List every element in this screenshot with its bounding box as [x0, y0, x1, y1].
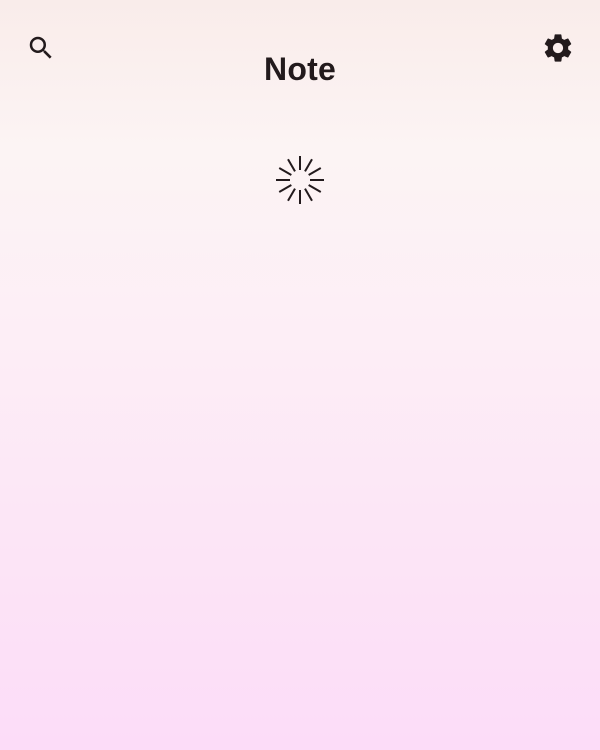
note-app: Note — [0, 0, 600, 750]
top-app-bar: Note — [0, 0, 600, 96]
spinner-ray — [304, 188, 313, 202]
page-title: Note — [264, 51, 336, 88]
settings-button[interactable] — [534, 24, 582, 72]
spinner-ray — [278, 167, 292, 176]
spinner-ray — [308, 167, 322, 176]
spinner-ray — [304, 158, 313, 172]
spinner-ray — [287, 188, 296, 202]
loading-spinner-icon — [276, 156, 324, 204]
spinner-ray — [278, 184, 292, 193]
loading-spinner — [274, 154, 326, 206]
spinner-ray — [287, 158, 296, 172]
spinner-ray — [308, 184, 322, 193]
search-icon — [29, 36, 52, 59]
search-button[interactable] — [17, 24, 65, 72]
gear-icon — [544, 34, 572, 62]
